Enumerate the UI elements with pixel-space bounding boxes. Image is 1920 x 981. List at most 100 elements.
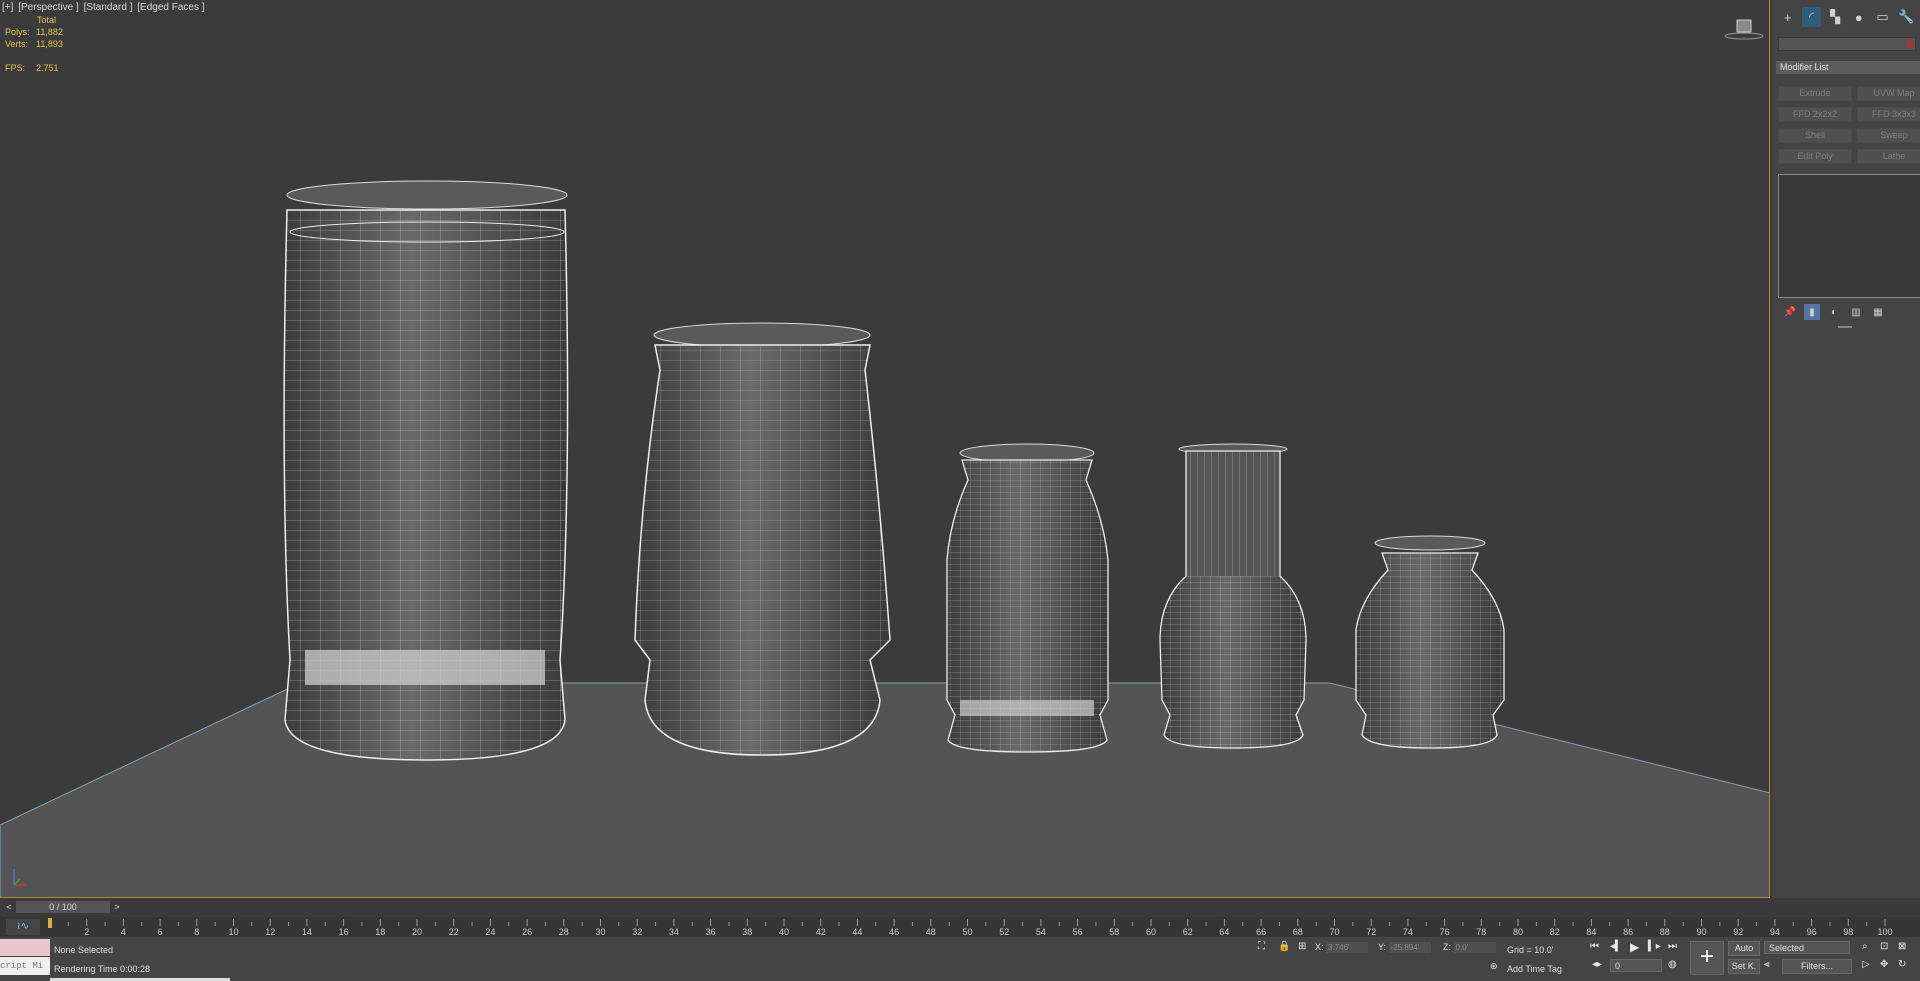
pan-icon[interactable]: ✥ (1880, 959, 1888, 970)
timeline-tick-label: 66 (1256, 927, 1266, 937)
timeline-tick-label: 22 (449, 927, 459, 937)
timeline-tick-label: 44 (852, 927, 862, 937)
display-tab-icon[interactable]: ▭ (1873, 7, 1893, 27)
time-slider-bar: < 0 / 100 > (0, 899, 1770, 915)
viewcube-icon[interactable] (1724, 16, 1764, 40)
timeline-tick-label: 76 (1440, 927, 1450, 937)
set-key-big-button[interactable]: + (1690, 941, 1724, 975)
modifier-sweep-button[interactable]: Sweep (1857, 128, 1920, 143)
viewport-shading-standard[interactable]: [Standard ] (84, 2, 133, 13)
time-tag-icon[interactable]: ⊛ (1490, 961, 1498, 972)
maxscript-listener[interactable] (0, 939, 50, 956)
selection-status: None Selected (54, 945, 114, 955)
key-selection-dropdown[interactable]: Selected (1764, 941, 1850, 954)
viewport-menu-plus[interactable]: [+] (2, 2, 13, 13)
timeline-tick-label: 62 (1183, 927, 1193, 937)
pin-stack-icon[interactable]: 📌 (1782, 304, 1798, 320)
panel-resize-grip[interactable] (1838, 326, 1852, 328)
perspective-viewport[interactable]: [+] [Perspective ] [Standard ] [Edged Fa… (0, 0, 1770, 898)
time-prev-button[interactable]: < (4, 901, 14, 913)
fov-icon[interactable]: ▷ (1862, 959, 1870, 970)
absolute-mode-icon[interactable]: ⊞ (1298, 941, 1306, 952)
auto-key-button[interactable]: Auto (1728, 941, 1760, 956)
vase-1[interactable] (283, 180, 569, 761)
configure-sets-icon[interactable]: ▦ (1870, 304, 1886, 320)
play-icon[interactable]: ▶ (1630, 940, 1639, 954)
go-to-end-icon[interactable]: ⏭ (1668, 941, 1677, 952)
timeline-tick-label: 14 (302, 927, 312, 937)
selection-lock-icon[interactable]: 🔒 (1278, 941, 1290, 952)
grid-size: Grid = 10.0' (1507, 945, 1554, 955)
modify-tab-icon[interactable]: ◜ (1801, 7, 1822, 27)
track-bar[interactable]: ≀∿ 2 4 6 8 10 12 14 16 18 20 22 24 26 28 30 32 34 36 38 40 4… (0, 917, 1920, 937)
render-time-status: Rendering Time 0:00:28 (54, 964, 151, 974)
scene-render[interactable] (0, 0, 1770, 898)
key-filters-button[interactable]: Filters... (1782, 959, 1852, 974)
modifier-edit-poly-button[interactable]: Edit Poly (1778, 149, 1852, 164)
x-field[interactable]: 3.746' (1326, 942, 1369, 954)
timeline-tick-label: 30 (595, 927, 605, 937)
timeline-tick-label: 98 (1843, 927, 1853, 937)
timeline-tick-label: 50 (962, 927, 972, 937)
remove-modifier-icon[interactable]: ▥ (1848, 304, 1864, 320)
modifier-shell-button[interactable]: Shell (1778, 128, 1852, 143)
previous-frame-icon[interactable]: ◂▍ (1610, 941, 1623, 952)
add-time-tag[interactable]: Add Time Tag (1507, 964, 1562, 974)
modifier-list-dropdown[interactable]: Modifier List (1776, 61, 1920, 74)
viewport-label[interactable]: [+] [Perspective ] [Standard ] [Edged Fa… (2, 2, 207, 13)
timeline-tick-label: 72 (1366, 927, 1376, 937)
vase-3[interactable] (946, 443, 1109, 753)
modifier-uvw-map-button[interactable]: UVW Map (1857, 86, 1920, 101)
stack-toolbar: 📌 ▮ ◐ ▥ ▦ (1782, 304, 1920, 320)
motion-tab-icon[interactable]: ● (1849, 7, 1869, 27)
modifier-ffd2-button[interactable]: FFD 2x2x2 (1778, 107, 1852, 122)
create-tab-icon[interactable]: + (1778, 7, 1798, 27)
vase-2[interactable] (634, 322, 891, 756)
time-config-icon[interactable]: ◂▸ (1592, 959, 1602, 970)
time-next-button[interactable]: > (112, 901, 122, 913)
timeline-tick-label: 92 (1733, 927, 1743, 937)
time-slider[interactable]: 0 / 100 (16, 901, 110, 913)
isolate-selection-icon[interactable]: ⛶ (1258, 941, 1265, 952)
timeline-tick-label: 26 (522, 927, 532, 937)
object-name-field[interactable] (1778, 37, 1916, 51)
zoom-extents-icon[interactable]: ⊠ (1898, 941, 1906, 952)
viewport-shading-edged[interactable]: [Edged Faces ] (137, 2, 204, 13)
y-field[interactable]: -25.894' (1388, 942, 1431, 954)
current-frame-field[interactable]: 0 (1610, 959, 1662, 972)
make-unique-icon[interactable]: ◐ (1826, 304, 1842, 320)
go-to-start-icon[interactable]: ⏮ (1590, 941, 1599, 952)
z-field[interactable]: 0.0' (1453, 942, 1496, 954)
curve-editor-icon[interactable]: ≀∿ (6, 919, 40, 935)
object-color-swatch[interactable] (1907, 40, 1913, 48)
timeline-tick-label: 94 (1770, 927, 1780, 937)
set-key-button[interactable]: Set K. (1728, 959, 1760, 974)
vase-4[interactable] (1159, 443, 1307, 749)
z-label: Z: (1443, 942, 1451, 952)
fps-value: 2.751 (36, 63, 59, 73)
zoom-icon[interactable]: ⌕ (1862, 941, 1868, 952)
stats-total-label: Total (37, 15, 57, 25)
modifier-stack[interactable] (1778, 174, 1920, 298)
timeline-tick-label: 20 (412, 927, 422, 937)
maxscript-mini-listener[interactable]: cript Mi (0, 957, 50, 975)
zoom-all-icon[interactable]: ⊡ (1880, 941, 1888, 952)
modifier-ffd3-button[interactable]: FFD 3x3x3 (1857, 107, 1920, 122)
next-frame-icon[interactable]: ▍▸ (1648, 941, 1661, 952)
vase-5[interactable] (1355, 535, 1505, 749)
hierarchy-tab-icon[interactable]: ▚ (1825, 7, 1845, 27)
key-filter-icon[interactable]: ◍ (1668, 959, 1677, 970)
utilities-tab-icon[interactable]: 🔧 (1896, 7, 1916, 27)
viewport-pov-label[interactable]: [Perspective ] (18, 2, 79, 13)
timeline-tick-label: 68 (1293, 927, 1303, 937)
orbit-icon[interactable]: ↻ (1898, 959, 1906, 970)
show-end-result-icon[interactable]: ▮ (1804, 304, 1820, 320)
timeline-tick-label: 40 (779, 927, 789, 937)
modifier-lathe-button[interactable]: Lathe (1857, 149, 1920, 164)
timeline-tick-label: 80 (1513, 927, 1523, 937)
key-mode-icon[interactable]: ⫷ (1764, 959, 1770, 970)
timeline-tick-label: 2 (84, 927, 89, 937)
timeline-tick-label: 38 (742, 927, 752, 937)
modifier-extrude-button[interactable]: Extrude (1778, 86, 1852, 101)
timeline-tick-label: 6 (158, 927, 163, 937)
